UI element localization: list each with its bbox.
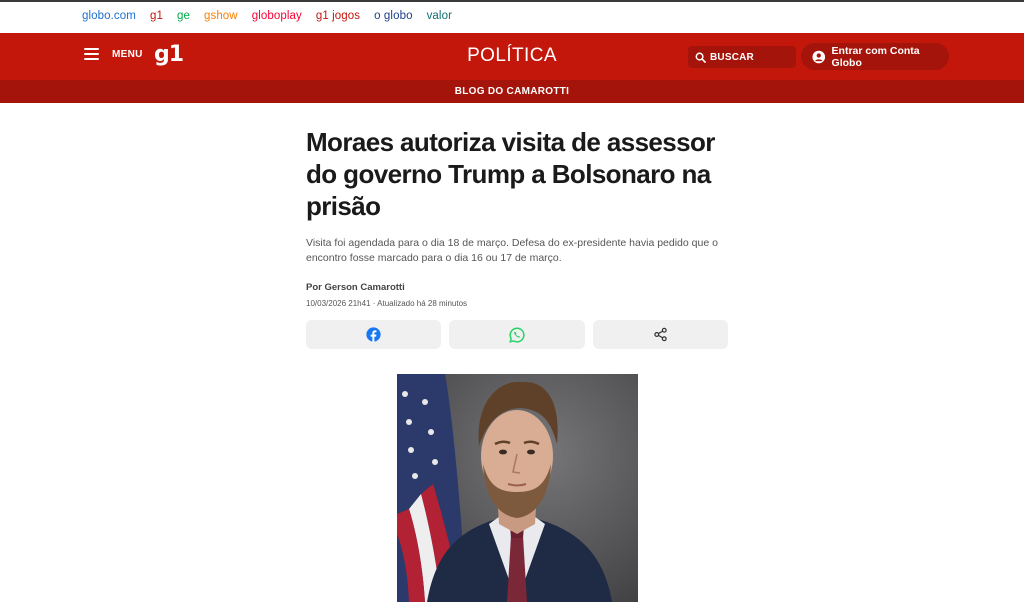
globo-top-bar: globo.com g1 ge gshow globoplay g1 jogos… — [0, 0, 1024, 33]
login-button[interactable]: Entrar com Conta Globo — [801, 43, 949, 70]
portrait-illustration — [397, 374, 638, 602]
whatsapp-icon — [509, 326, 525, 343]
article-header: Moraes autoriza visita de assessor do go… — [306, 126, 728, 308]
user-icon — [812, 50, 826, 63]
link-g1-jogos[interactable]: g1 jogos — [316, 10, 360, 22]
blog-name: BLOG DO CAMAROTTI — [454, 86, 570, 97]
globo-portal-links: globo.com g1 ge gshow globoplay g1 jogos… — [82, 10, 466, 22]
article-headline: Moraes autoriza visita de assessor do go… — [306, 127, 715, 221]
site-header: MENU g1 POLÍTICA BUSCAR Entrar com Conta… — [0, 33, 1024, 80]
link-gshow[interactable]: gshow — [204, 10, 238, 22]
link-globo-com[interactable]: globo.com — [82, 10, 136, 22]
share-icon — [654, 327, 667, 342]
search-placeholder: BUSCAR — [710, 51, 754, 63]
share-more-button[interactable] — [592, 320, 728, 349]
link-g1[interactable]: g1 — [150, 10, 163, 22]
login-label: Entrar com Conta Globo — [831, 44, 920, 69]
share-whatsapp-button[interactable] — [449, 320, 585, 349]
article-dateline: 10/03/2026 21h41 · Atualizado há 28 minu… — [306, 299, 468, 308]
link-valor[interactable]: valor — [427, 10, 452, 22]
article-author: Por Gerson Camarotti — [306, 282, 405, 293]
blog-banner[interactable]: BLOG DO CAMAROTTI — [0, 80, 1024, 103]
article-photo — [397, 374, 638, 602]
share-facebook-button[interactable] — [306, 320, 442, 349]
link-o-globo[interactable]: o globo — [374, 10, 412, 22]
facebook-icon — [366, 327, 381, 342]
link-globoplay[interactable]: globoplay — [252, 10, 302, 22]
search-input[interactable]: BUSCAR — [688, 46, 796, 68]
article-subtitle: Visita foi agendada para o dia 18 de mar… — [306, 237, 718, 264]
link-ge[interactable]: ge — [177, 10, 190, 22]
search-icon — [695, 52, 706, 63]
share-bar — [306, 320, 728, 349]
